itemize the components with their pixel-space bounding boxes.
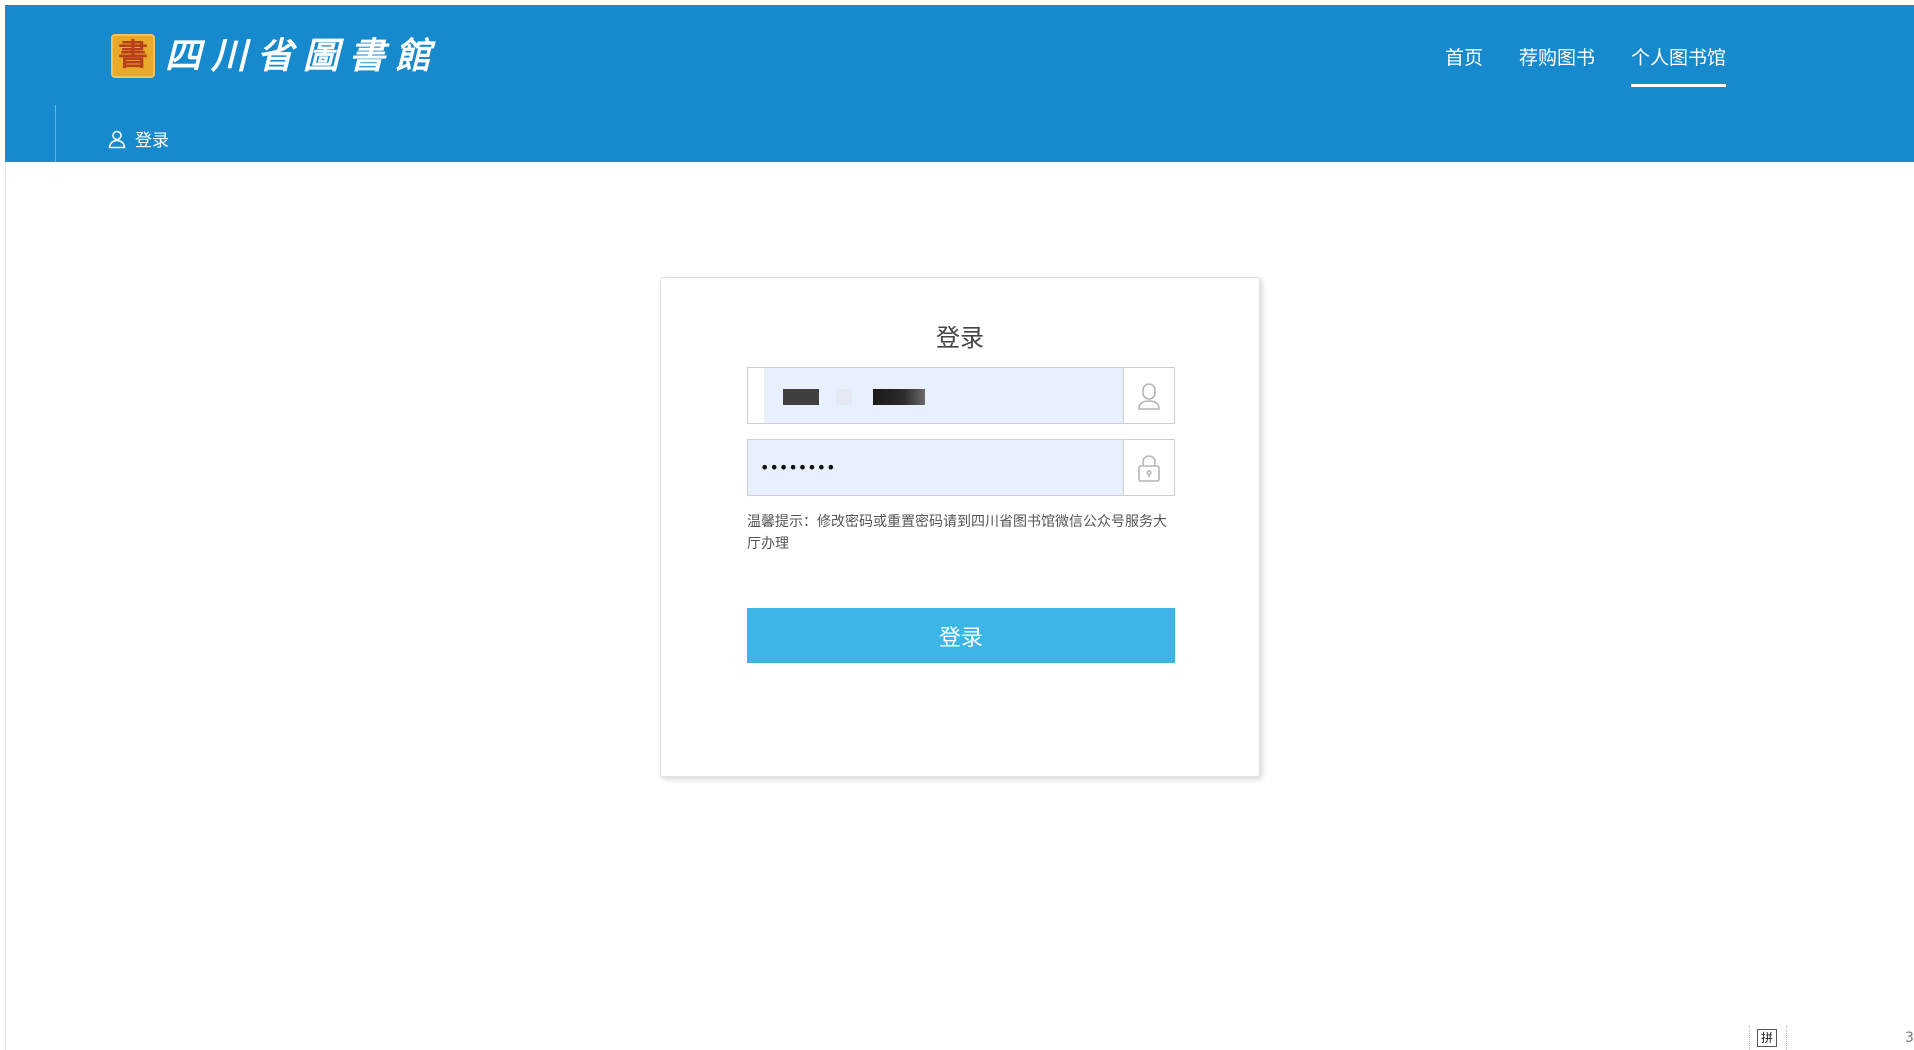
logo-text: 四川省圖書館 [165, 35, 442, 77]
user-icon [108, 130, 126, 148]
password-hint: 温馨提示：修改密码或重置密码请到四川省图书馆微信公众号服务大厅办理 [747, 514, 1167, 552]
site-header: 書 四川省圖書館 首页 荐购图书 个人图书馆 登录 [5, 5, 1914, 162]
password-icon-box [1123, 440, 1174, 495]
lock-icon [1138, 454, 1160, 482]
login-title: 登录 [936, 324, 984, 352]
redacted-text [783, 389, 819, 405]
main-nav: 首页 荐购图书 个人图书馆 [1445, 43, 1727, 91]
corner-text: 3 [1905, 1030, 1914, 1046]
header-divider [55, 105, 56, 162]
ime-indicator[interactable]: 拼 [1757, 1029, 1777, 1047]
password-input[interactable] [748, 440, 1124, 495]
library-logo[interactable]: 書 四川省圖書館 [111, 31, 441, 81]
password-field [747, 439, 1175, 496]
username-icon-box [1123, 368, 1174, 423]
login-card: 登录 温馨提示：修改密码或重置密码请到四川省图书馆微信公众号服务大厅办理 登录 [660, 277, 1260, 777]
nav-personal-library[interactable]: 个人图书馆 [1631, 43, 1727, 87]
nav-home[interactable]: 首页 [1445, 43, 1483, 87]
header-login-link[interactable]: 登录 [107, 126, 169, 151]
user-icon [1138, 382, 1160, 410]
login-button[interactable]: 登录 [747, 608, 1175, 663]
logo-seal: 書 [111, 34, 155, 78]
username-field [747, 367, 1175, 424]
nav-recommend-books[interactable]: 荐购图书 [1519, 43, 1595, 87]
redacted-text [836, 389, 852, 405]
redacted-text [873, 389, 925, 405]
header-login-label: 登录 [135, 131, 169, 151]
